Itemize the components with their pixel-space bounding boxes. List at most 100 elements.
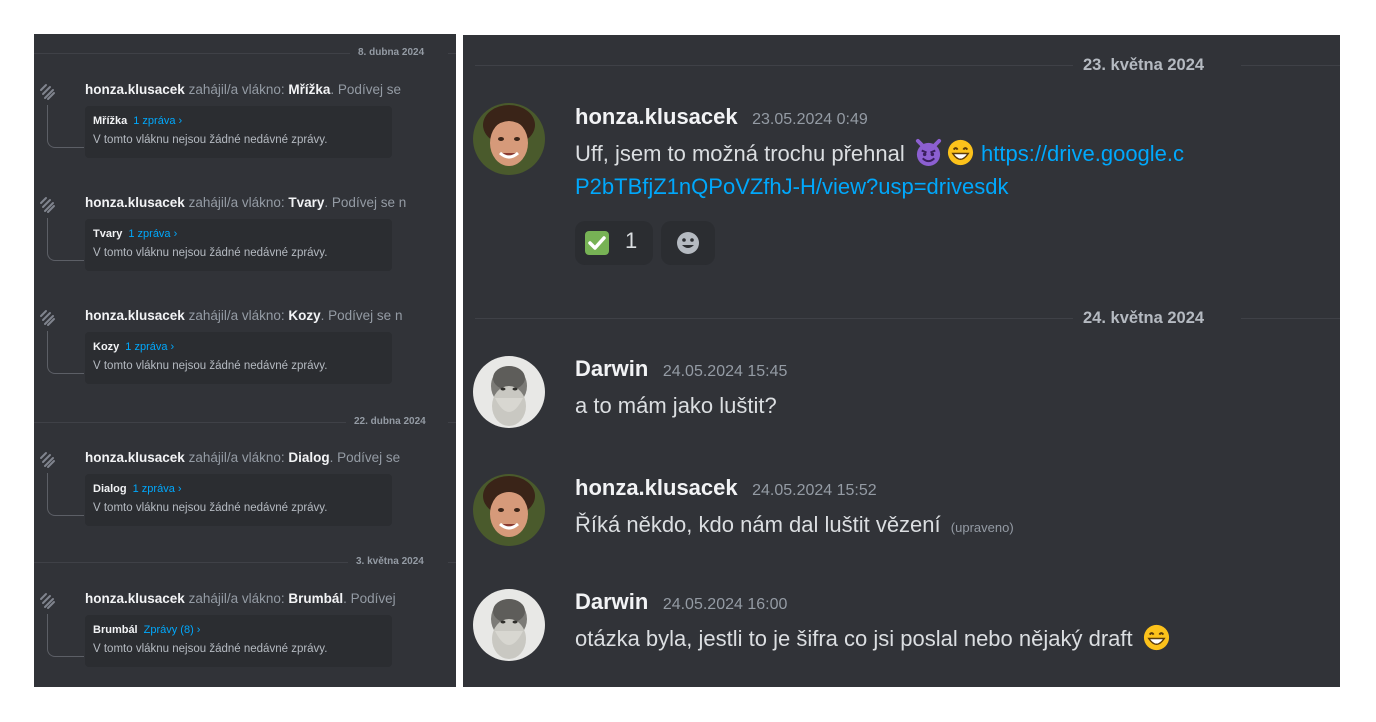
thread-card-count[interactable]: 1 zpráva › — [128, 228, 177, 240]
thread-start-line: honza.klusacek zahájil/a vlákno: Dialog.… — [85, 449, 400, 467]
thread-suffix: . Podívej se — [329, 450, 401, 465]
thread-card-count[interactable]: Zprávy (8) › — [144, 624, 201, 636]
thread-name[interactable]: Dialog — [288, 450, 329, 465]
avatar[interactable] — [473, 589, 545, 661]
thread-card-name: Tvary — [93, 228, 123, 240]
message-body: Říká někdo, kdo nám dal luštit vězení (u… — [575, 508, 1014, 544]
thread-card[interactable]: Brumbál Zprávy (8) › V tomto vláknu nejso… — [85, 615, 392, 667]
grin-emoji[interactable] — [1142, 623, 1171, 652]
thread-icon — [40, 593, 55, 609]
thread-name[interactable]: Kozy — [288, 308, 320, 323]
thread-card[interactable]: Tvary 1 zpráva › V tomto vláknu nejsou žá… — [85, 219, 392, 271]
message-body: Uff, jsem to možná trochu přehnal https:… — [575, 137, 1184, 170]
thread-card-count[interactable]: 1 zpráva › — [133, 115, 182, 127]
date-divider: 24. května 2024 — [463, 306, 1340, 330]
thread-icon — [40, 310, 55, 326]
thread-icon — [40, 197, 55, 213]
message-link[interactable]: https://drive.google.c — [981, 141, 1184, 166]
thread-start-line: honza.klusacek zahájil/a vlákno: Brumbál… — [85, 590, 396, 608]
thread-start-line: honza.klusacek zahájil/a vlákno: Mřížka.… — [85, 81, 401, 99]
thread-suffix: . Podívej se — [330, 82, 401, 97]
thread-author[interactable]: honza.klusacek — [85, 450, 185, 465]
username[interactable]: Darwin — [575, 589, 648, 614]
message-text: otázka byla, jestli to je šifra co jsi p… — [575, 626, 1133, 651]
thread-spine — [47, 614, 84, 657]
thread-card-name: Brumbál — [93, 624, 138, 636]
thread-author[interactable]: honza.klusacek — [85, 591, 185, 606]
avatar[interactable] — [473, 356, 545, 428]
thread-item[interactable]: honza.klusacek zahájil/a vlákno: Kozy. P… — [34, 307, 456, 417]
avatar[interactable] — [473, 103, 545, 175]
thread-spine — [47, 218, 84, 261]
thread-name[interactable]: Tvary — [288, 195, 324, 210]
message-link-continued[interactable]: P2bTBfjZ1nQPoVZfhJ-H/view?usp=drivesdk — [575, 174, 1008, 199]
message: honza.klusacek 24.05.2024 15:52 Říká něk… — [463, 474, 1340, 554]
thread-name[interactable]: Brumbál — [288, 591, 343, 606]
message-text: a to mám jako luštit? — [575, 393, 777, 418]
thread-icon — [40, 84, 55, 100]
date-divider: 8. dubna 2024 — [34, 46, 456, 60]
date-divider-label: 8. dubna 2024 — [358, 47, 425, 58]
timestamp: 23.05.2024 0:49 — [752, 111, 868, 128]
thread-suffix: . Podívej se n — [324, 195, 407, 210]
thread-card[interactable]: Mřížka 1 zpráva › V tomto vláknu nejsou ž… — [85, 106, 392, 158]
thread-started-text: zahájil/a vlákno: — [188, 308, 285, 323]
avatar[interactable] — [473, 474, 545, 546]
date-divider-label: 22. dubna 2024 — [354, 416, 426, 427]
date-divider-label: 23. května 2024 — [1083, 56, 1205, 74]
username[interactable]: Darwin — [575, 356, 648, 381]
thread-item[interactable]: honza.klusacek zahájil/a vlákno: Mřížka.… — [34, 81, 456, 191]
reaction-button[interactable]: 1 — [575, 221, 653, 265]
thread-started-text: zahájil/a vlákno: — [188, 450, 285, 465]
thread-started-text: zahájil/a vlákno: — [188, 82, 285, 97]
message: Darwin 24.05.2024 16:00 otázka byla, jes… — [463, 588, 1340, 673]
add-reaction-icon — [677, 232, 699, 254]
timestamp: 24.05.2024 16:00 — [662, 596, 788, 613]
add-reaction-button[interactable] — [661, 221, 715, 265]
thread-item[interactable]: honza.klusacek zahájil/a vlákno: Brumbál… — [34, 590, 456, 687]
grin-emoji[interactable] — [946, 138, 975, 167]
username[interactable]: honza.klusacek — [575, 104, 738, 129]
thread-card[interactable]: Dialog 1 zpráva › V tomto vláknu nejsou ž… — [85, 474, 392, 526]
thread-author[interactable]: honza.klusacek — [85, 308, 185, 323]
thread-suffix: . Podívej — [343, 591, 396, 606]
smiling-imp-emoji[interactable] — [914, 138, 943, 167]
thread-card-status: V tomto vláknu nejsou žádné nedávné zprá… — [93, 502, 328, 514]
thread-card-status: V tomto vláknu nejsou žádné nedávné zprá… — [93, 643, 328, 655]
thread-suffix: . Podívej se n — [320, 308, 403, 323]
thread-card-count[interactable]: 1 zpráva › — [133, 483, 182, 495]
thread-spine — [47, 473, 84, 516]
message: Darwin 24.05.2024 15:45 a to mám jako lu… — [463, 355, 1340, 435]
thread-started-text: zahájil/a vlákno: — [188, 195, 285, 210]
thread-card-count[interactable]: 1 zpráva › — [125, 341, 174, 353]
thread-card-status: V tomto vláknu nejsou žádné nedávné zprá… — [93, 247, 328, 259]
thread-icon — [40, 452, 55, 468]
thread-author[interactable]: honza.klusacek — [85, 82, 185, 97]
chat-panel: 23. května 2024 honza.klusacek 23.05.202… — [463, 35, 1340, 687]
message-body: otázka byla, jestli to je šifra co jsi p… — [575, 622, 1171, 655]
username[interactable]: honza.klusacek — [575, 475, 738, 500]
date-divider: 22. dubna 2024 — [34, 415, 456, 429]
thread-item[interactable]: honza.klusacek zahájil/a vlákno: Tvary. … — [34, 194, 456, 304]
thread-card-name: Dialog — [93, 483, 127, 495]
threads-panel: 8. dubna 2024 honza.klusacek zahájil/a v… — [34, 34, 456, 687]
timestamp: 24.05.2024 15:52 — [752, 482, 877, 499]
date-divider: 3. května 2024 — [34, 555, 456, 569]
message-text: Říká někdo, kdo nám dal luštit vězení — [575, 512, 941, 537]
timestamp: 24.05.2024 15:45 — [662, 363, 788, 380]
message-body-continued: P2bTBfjZ1nQPoVZfhJ-H/view?usp=drivesdk — [575, 170, 1008, 203]
check-mark-emoji — [585, 231, 609, 255]
thread-started-text: zahájil/a vlákno: — [188, 591, 285, 606]
thread-name[interactable]: Mřížka — [288, 82, 330, 97]
thread-spine — [47, 331, 84, 374]
date-divider-label: 24. května 2024 — [1083, 309, 1205, 327]
thread-start-line: honza.klusacek zahájil/a vlákno: Kozy. P… — [85, 307, 402, 325]
thread-author[interactable]: honza.klusacek — [85, 195, 185, 210]
date-divider: 23. května 2024 — [463, 53, 1340, 77]
thread-card-status: V tomto vláknu nejsou žádné nedávné zprá… — [93, 134, 328, 146]
thread-card[interactable]: Kozy 1 zpráva › V tomto vláknu nejsou žád… — [85, 332, 392, 384]
thread-spine — [47, 105, 84, 148]
thread-card-status: V tomto vláknu nejsou žádné nedávné zprá… — [93, 360, 328, 372]
thread-item[interactable]: honza.klusacek zahájil/a vlákno: Dialog.… — [34, 449, 456, 559]
thread-card-name: Kozy — [93, 341, 120, 353]
